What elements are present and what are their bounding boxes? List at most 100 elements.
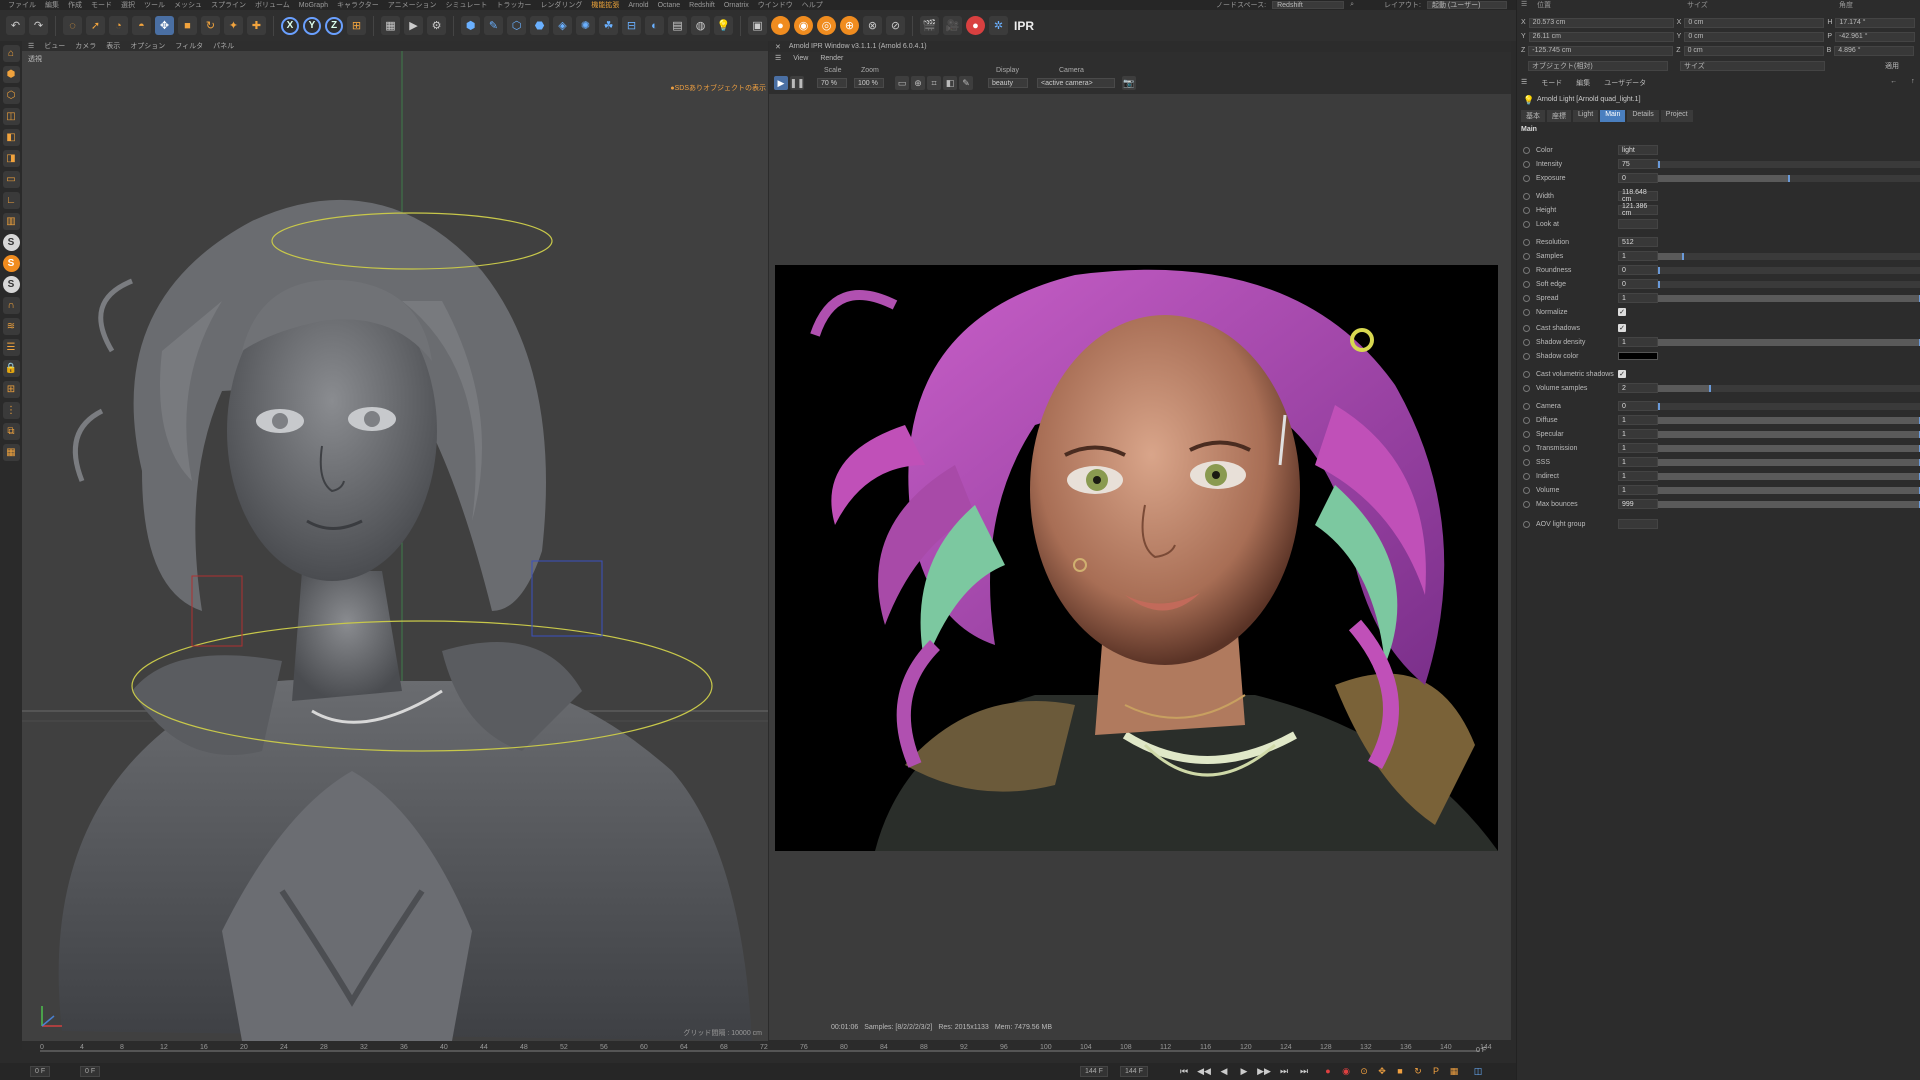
move-tool-icon[interactable]: ✥: [155, 16, 174, 35]
arnold-ipr-icon[interactable]: 🎥: [943, 16, 962, 35]
pos-z-field[interactable]: -125.745 cm: [1528, 45, 1674, 56]
menu-item[interactable]: ボリューム: [255, 0, 290, 10]
menu-item[interactable]: Ornatrix: [724, 2, 749, 9]
param-value-field[interactable]: 1: [1618, 293, 1658, 303]
next-frame-icon[interactable]: ▶▶: [1257, 1065, 1271, 1077]
ipr-menu-render[interactable]: Render: [820, 55, 843, 62]
size-mode-select[interactable]: サイズ: [1680, 60, 1825, 71]
viewport-menu-item[interactable]: カメラ: [75, 41, 96, 51]
edges-mode-icon[interactable]: ⊕: [840, 16, 859, 35]
tab-details[interactable]: Details: [1627, 110, 1659, 122]
tab-light[interactable]: Light: [1573, 110, 1599, 122]
floor-icon[interactable]: ▤: [668, 16, 687, 35]
viewport-menu-item[interactable]: フィルタ: [175, 41, 203, 51]
param-value-field[interactable]: 1: [1618, 457, 1658, 467]
param-slider[interactable]: [1658, 294, 1920, 302]
points-mode-icon[interactable]: ◎: [817, 16, 836, 35]
param-value-field[interactable]: 121.386 cm: [1618, 203, 1658, 217]
camera-select[interactable]: <active camera>: [1037, 78, 1115, 88]
param-value-field[interactable]: 1: [1618, 415, 1658, 425]
keyframe-dot-icon[interactable]: [1523, 458, 1530, 466]
goto-start-icon[interactable]: ⏮: [1178, 1065, 1190, 1077]
z-axis-lock-icon[interactable]: Z: [325, 16, 343, 35]
param-slider[interactable]: [1658, 430, 1920, 438]
keyframe-dot-icon[interactable]: [1523, 308, 1530, 316]
keyframe-dot-icon[interactable]: [1523, 252, 1530, 260]
param-value-field[interactable]: [1618, 519, 1658, 529]
crop-icon[interactable]: ⌗: [927, 76, 941, 90]
render-view-icon[interactable]: ▦: [381, 16, 400, 35]
current-frame-field[interactable]: 0 F: [30, 1066, 51, 1077]
guide-icon[interactable]: ▦: [2, 444, 20, 461]
viewport-menu-item[interactable]: パネル: [213, 41, 234, 51]
param-value-field[interactable]: 1: [1618, 337, 1658, 347]
axis-icon[interactable]: ◧: [2, 129, 20, 146]
model-icon[interactable]: ⬢: [2, 66, 20, 83]
layout-select[interactable]: 起動 (ユーザー): [1426, 1, 1507, 9]
param-color-swatch[interactable]: [1618, 352, 1658, 360]
material-icon[interactable]: ◍: [691, 16, 710, 35]
keyframe-dot-icon[interactable]: [1523, 352, 1530, 360]
ipr-menu-icon[interactable]: ☰: [775, 54, 781, 62]
rotation-key-icon[interactable]: ↻: [1412, 1065, 1424, 1077]
size-z-field[interactable]: 0 cm: [1683, 45, 1824, 56]
octane-icon[interactable]: ✲: [989, 16, 1008, 35]
menu-item[interactable]: レンダリング: [540, 0, 582, 10]
menu-item[interactable]: 選択: [121, 0, 135, 10]
param-value-field[interactable]: 1: [1618, 251, 1658, 261]
keyframe-dot-icon[interactable]: [1523, 472, 1530, 480]
coordinate-system-icon[interactable]: ⊞: [347, 16, 366, 35]
param-value-field[interactable]: 75: [1618, 159, 1658, 169]
scene-icon[interactable]: ☘: [599, 16, 618, 35]
display-select[interactable]: beauty: [988, 78, 1028, 88]
back-arrow-icon[interactable]: ←: [1890, 78, 1897, 88]
prev-frame-icon[interactable]: ◀: [1218, 1065, 1230, 1077]
attribute-userdata-tab[interactable]: ユーザデータ: [1604, 78, 1646, 88]
menu-item[interactable]: アニメーション: [388, 0, 437, 10]
coord-mode-select[interactable]: オブジェクト(相対): [1528, 60, 1668, 71]
camera-object-icon[interactable]: ⊟: [622, 16, 641, 35]
size-y-field[interactable]: 0 cm: [1684, 31, 1825, 42]
prev-key-icon[interactable]: ◀◀: [1197, 1065, 1211, 1077]
y-axis-lock-icon[interactable]: Y: [303, 16, 321, 35]
param-slider[interactable]: [1658, 266, 1920, 274]
param-value-field[interactable]: 1: [1618, 443, 1658, 453]
keyframe-dot-icon[interactable]: [1523, 338, 1530, 346]
param-slider[interactable]: [1658, 338, 1920, 346]
select-tool-icon[interactable]: ◌: [63, 16, 82, 35]
keyframe-dot-icon[interactable]: [1523, 500, 1530, 508]
keyframe-dot-icon[interactable]: [1523, 206, 1530, 214]
rotate-tool-icon[interactable]: ↻: [201, 16, 220, 35]
param-value-field[interactable]: 118.648 cm: [1618, 189, 1658, 203]
lasso-icon[interactable]: ◔: [109, 16, 128, 35]
texture-mode-icon[interactable]: ◉: [794, 16, 813, 35]
param-value-field[interactable]: 1: [1618, 429, 1658, 439]
solo-selection-icon[interactable]: S: [2, 276, 20, 293]
menu-item[interactable]: MoGraph: [299, 2, 328, 9]
keyframe-dot-icon[interactable]: [1523, 280, 1530, 288]
grid-overlay-icon[interactable]: ⊕: [911, 76, 925, 90]
keyframe-dot-icon[interactable]: [1523, 192, 1530, 200]
keyframe-dot-icon[interactable]: [1523, 520, 1530, 528]
param-slider[interactable]: [1658, 416, 1920, 424]
attribute-menu-icon[interactable]: ☰: [1521, 78, 1527, 88]
keyframe-dot-icon[interactable]: [1523, 174, 1530, 182]
region-icon[interactable]: ▭: [895, 76, 909, 90]
frame-icon[interactable]: ⧉: [2, 423, 20, 440]
keyframe-dot-icon[interactable]: [1523, 146, 1530, 154]
mesh-icon[interactable]: ⬡: [2, 87, 20, 104]
param-value-field[interactable]: 0: [1618, 265, 1658, 275]
pla-key-icon[interactable]: ▦: [1448, 1065, 1460, 1077]
nodespace-select[interactable]: Redshift: [1272, 1, 1345, 9]
menu-item[interactable]: 編集: [45, 0, 59, 10]
keyframe-dot-icon[interactable]: [1523, 220, 1530, 228]
menu-item[interactable]: モード: [91, 0, 112, 10]
forward-arrow-icon[interactable]: ↑: [1911, 78, 1915, 88]
autokey-icon[interactable]: ◉: [1340, 1065, 1352, 1077]
play-forward-icon[interactable]: ▶: [1238, 1065, 1250, 1077]
max-frame-field[interactable]: 144 F: [1120, 1066, 1148, 1077]
menu-item[interactable]: 機能拡張: [591, 0, 619, 10]
channel-icon[interactable]: ◧: [943, 76, 957, 90]
record-icon[interactable]: ●: [1322, 1065, 1334, 1077]
keyframe-dot-icon[interactable]: [1523, 384, 1530, 392]
